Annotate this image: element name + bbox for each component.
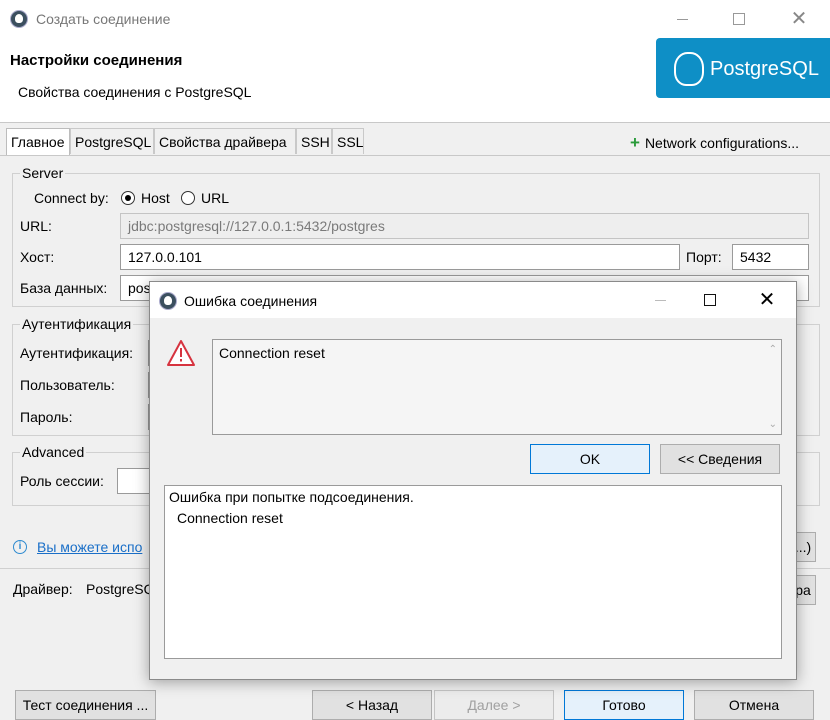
network-configurations-link[interactable]: + Network configurations... — [630, 133, 799, 153]
page-subtitle: Свойства соединения с PostgreSQL — [18, 84, 252, 100]
scroll-up-icon[interactable]: ⌃ — [769, 344, 777, 355]
minimize-icon — [677, 19, 688, 20]
url-radio[interactable] — [181, 191, 195, 205]
advanced-group-label: Advanced — [20, 444, 87, 460]
minimize-icon — [655, 300, 666, 301]
error-details-box[interactable]: Ошибка при попытке подсоединения. Connec… — [164, 485, 782, 659]
driver-label: Драйвер: — [13, 581, 73, 597]
maximize-button[interactable] — [716, 0, 762, 38]
host-radio[interactable] — [121, 191, 135, 205]
driver-name: PostgreSQ — [86, 581, 155, 597]
info-icon: i — [13, 540, 27, 554]
error-message: Connection reset — [219, 345, 325, 361]
cancel-button[interactable]: Отмена — [694, 690, 814, 720]
scroll-down-icon[interactable]: ⌄ — [769, 419, 777, 430]
auth-group-label: Аутентификация — [20, 316, 134, 332]
dialog-title: Ошибка соединения — [184, 293, 318, 309]
finish-button[interactable]: Готово — [564, 690, 684, 720]
minimize-button[interactable] — [660, 0, 706, 38]
back-button[interactable]: < Назад — [312, 690, 432, 720]
next-button: Далее > — [434, 690, 554, 720]
tab-ssl[interactable]: SSL — [332, 128, 364, 154]
details-button[interactable]: << Сведения — [660, 444, 780, 474]
dialog-minimize-button[interactable] — [638, 282, 684, 318]
error-dialog: Ошибка соединения ✕ Connection reset ⌃ ⌄… — [149, 281, 797, 680]
url-field: jdbc:postgresql://127.0.0.1:5432/postgre… — [120, 213, 809, 239]
ok-button[interactable]: OK — [530, 444, 650, 474]
dbeaver-app-icon — [10, 10, 28, 28]
page-title: Настройки соединения — [10, 52, 183, 69]
url-label: URL: — [20, 218, 52, 234]
password-label: Пароль: — [20, 409, 73, 425]
window-titlebar: Создать соединение ✕ — [0, 0, 830, 38]
tab-postgresql[interactable]: PostgreSQL — [70, 128, 154, 154]
dbeaver-app-icon — [159, 292, 177, 310]
tab-divider — [0, 155, 830, 156]
info-link[interactable]: Вы можете испо — [37, 539, 142, 555]
database-label: База данных: — [20, 280, 108, 296]
error-message-box[interactable]: Connection reset ⌃ ⌄ — [212, 339, 782, 435]
host-label: Хост: — [20, 249, 55, 265]
network-configurations-label: Network configurations... — [644, 135, 800, 151]
test-connection-button[interactable]: Тест соединения ... — [15, 690, 156, 720]
host-input[interactable]: 127.0.0.101 — [120, 244, 680, 270]
dialog-titlebar: Ошибка соединения ✕ — [150, 282, 796, 318]
logo-text: PostgreSQL — [710, 58, 819, 80]
tab-driver-properties[interactable]: Свойства драйвера — [154, 128, 296, 154]
details-line: Connection reset — [177, 510, 283, 526]
details-line: Ошибка при попытке подсоединения. — [169, 489, 414, 505]
tab-ssh[interactable]: SSH — [296, 128, 332, 154]
close-icon: ✕ — [758, 289, 776, 311]
tab-main[interactable]: Главное — [6, 128, 70, 156]
host-radio-label: Host — [141, 190, 170, 206]
url-radio-label: URL — [201, 190, 230, 206]
connect-by-label: Connect by: — [34, 190, 109, 206]
auth-type-label: Аутентификация: — [20, 345, 134, 361]
user-label: Пользователь: — [20, 377, 115, 393]
close-button[interactable]: ✕ — [776, 0, 822, 38]
port-input[interactable]: 5432 — [732, 244, 809, 270]
elephant-icon — [674, 52, 704, 86]
window-title: Создать соединение — [36, 11, 171, 27]
wizard-header: Настройки соединения Свойства соединения… — [0, 38, 830, 123]
maximize-icon — [733, 13, 745, 25]
server-group-label: Server — [20, 165, 66, 181]
dialog-close-button[interactable]: ✕ — [744, 282, 790, 318]
session-role-label: Роль сессии: — [20, 473, 104, 489]
maximize-icon — [704, 294, 716, 306]
postgresql-logo: PostgreSQL — [656, 38, 830, 98]
close-icon: ✕ — [790, 8, 808, 30]
dialog-maximize-button[interactable] — [686, 282, 732, 318]
plus-icon: + — [630, 133, 640, 152]
port-label: Порт: — [686, 249, 722, 265]
warning-icon — [167, 340, 195, 366]
